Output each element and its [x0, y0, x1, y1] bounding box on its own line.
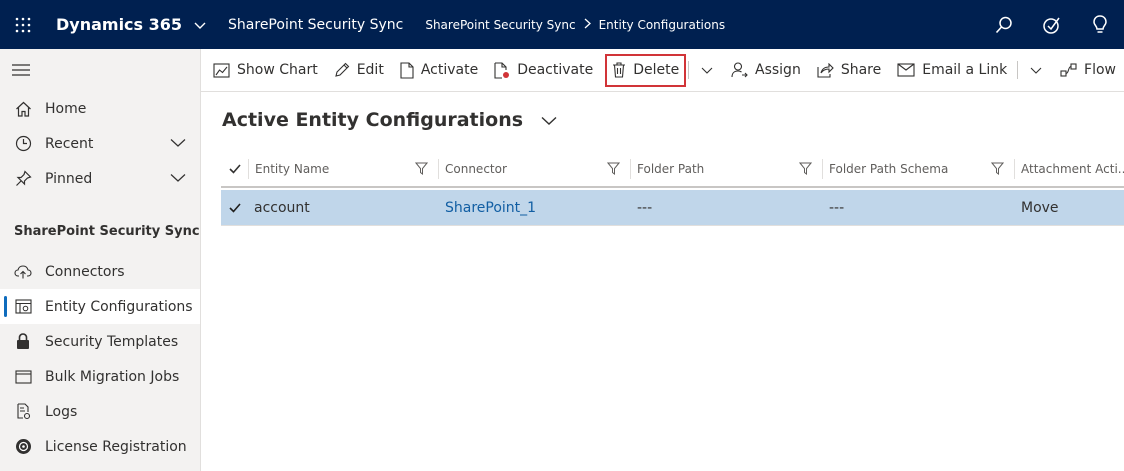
more-commands-chevron-down-icon[interactable] — [691, 54, 723, 87]
app-switcher-chevron-down-icon[interactable] — [194, 15, 206, 34]
license-icon — [14, 438, 32, 456]
sidebar-item-label: Recent — [45, 135, 94, 152]
show-chart-label: Show Chart — [237, 62, 318, 78]
cell-attachment-action: Move — [1021, 199, 1059, 216]
chevron-down-icon[interactable] — [541, 109, 557, 131]
delete-label: Delete — [633, 62, 680, 78]
column-header-attachment-action[interactable]: Attachment Acti... — [1014, 159, 1124, 179]
column-header-folder-path[interactable]: Folder Path — [630, 159, 822, 179]
filter-icon[interactable] — [414, 162, 429, 178]
view-selector[interactable]: Active Entity Configurations — [222, 109, 557, 131]
table-row[interactable]: account SharePoint_1 --- --- Move — [221, 190, 1124, 226]
search-icon[interactable] — [980, 0, 1028, 49]
flow-button[interactable]: Flow — [1052, 54, 1124, 87]
sidebar-item-logs[interactable]: Logs — [0, 394, 200, 429]
person-icon — [731, 62, 748, 78]
email-link-icon — [897, 63, 915, 77]
chevron-down-icon[interactable] — [170, 171, 186, 187]
email-a-link-label: Email a Link — [922, 62, 1008, 78]
filter-icon[interactable] — [798, 162, 813, 178]
sidebar-item-label: Home — [45, 100, 87, 117]
hamburger-menu-icon[interactable] — [0, 49, 200, 91]
sidebar-item-label: Connectors — [45, 263, 125, 280]
select-all-checkmark-icon[interactable] — [221, 164, 248, 174]
app-name[interactable]: Dynamics 365 — [56, 15, 182, 34]
flow-icon — [1060, 63, 1077, 77]
grid-header: Entity Name Connector Folder Path Folder… — [221, 152, 1124, 188]
assign-button[interactable]: Assign — [723, 54, 809, 87]
breadcrumb-item-app[interactable]: SharePoint Security Sync — [425, 18, 575, 32]
sidebar-item-label: Security Templates — [45, 333, 179, 350]
chart-icon — [213, 62, 230, 78]
deactivate-button[interactable]: Deactivate — [486, 54, 601, 87]
pencil-icon — [334, 62, 349, 77]
delete-button[interactable]: Delete — [605, 53, 687, 87]
activate-icon — [400, 61, 414, 79]
sidebar: Home Recent Pinned SharePoint Security S… — [0, 49, 201, 471]
breadcrumb: SharePoint Security Sync Entity Configur… — [425, 18, 725, 32]
sidebar-item-security-templates[interactable]: Security Templates — [0, 324, 200, 359]
deactivate-icon — [494, 61, 510, 79]
cell-entity-name[interactable]: account — [248, 190, 439, 226]
breadcrumb-chevron-right-icon — [584, 18, 591, 32]
sidebar-group-title: SharePoint Security Sync — [14, 223, 200, 239]
sidebar-item-connectors[interactable]: Connectors — [0, 254, 200, 289]
clock-icon — [14, 135, 32, 153]
sidebar-item-label: Bulk Migration Jobs — [45, 368, 180, 385]
column-header-entity-name[interactable]: Entity Name — [248, 159, 438, 179]
sidebar-item-label: Entity Configurations — [45, 298, 193, 315]
command-divider — [688, 61, 689, 79]
top-navigation-bar: Dynamics 365 SharePoint Security Sync Sh… — [0, 0, 1124, 49]
sidebar-item-home[interactable]: Home — [0, 91, 200, 126]
cell-folder-path-schema: --- — [829, 199, 845, 216]
command-bar: Show Chart Edit Activate Deactivate Dele… — [201, 49, 1124, 92]
sidebar-item-label: Pinned — [45, 170, 93, 187]
sidebar-item-pinned[interactable]: Pinned — [0, 161, 200, 196]
activate-label: Activate — [420, 62, 479, 78]
column-header-connector[interactable]: Connector — [438, 159, 630, 179]
entity-icon — [14, 298, 32, 316]
sidebar-item-label: License Registration — [45, 438, 187, 455]
trash-icon — [613, 62, 626, 78]
filter-icon[interactable] — [606, 162, 621, 178]
deactivate-label: Deactivate — [517, 62, 594, 78]
command-divider — [1017, 61, 1019, 79]
breadcrumb-item-current[interactable]: Entity Configurations — [599, 18, 725, 32]
task-flow-icon[interactable] — [1028, 0, 1076, 49]
edit-button[interactable]: Edit — [326, 54, 392, 87]
sidebar-item-license-registration[interactable]: License Registration — [0, 429, 200, 464]
show-chart-button[interactable]: Show Chart — [205, 54, 326, 87]
view-title: Active Entity Configurations — [222, 109, 524, 131]
filter-icon[interactable] — [990, 162, 1005, 178]
share-icon — [817, 62, 834, 78]
activate-button[interactable]: Activate — [392, 54, 486, 87]
home-icon — [14, 100, 32, 118]
row-selected-checkmark-icon[interactable] — [221, 202, 248, 213]
edit-label: Edit — [356, 62, 384, 78]
cell-connector-link[interactable]: SharePoint_1 — [439, 190, 631, 226]
app-launcher-waffle-icon[interactable] — [0, 0, 46, 49]
sidebar-item-entity-configurations[interactable]: Entity Configurations — [0, 289, 200, 324]
window-icon — [14, 368, 32, 386]
main-content: Active Entity Configurations Entity Name… — [201, 92, 1124, 471]
chevron-down-icon[interactable] — [170, 136, 186, 152]
sidebar-item-label: Logs — [45, 403, 78, 420]
flow-label: Flow — [1084, 62, 1116, 78]
share-label: Share — [840, 62, 882, 78]
email-a-link-button[interactable]: Email a Link — [889, 54, 1015, 87]
sidebar-item-recent[interactable]: Recent — [0, 126, 200, 161]
area-name[interactable]: SharePoint Security Sync — [228, 17, 403, 33]
assign-label: Assign — [755, 62, 801, 78]
column-header-folder-path-schema[interactable]: Folder Path Schema — [822, 159, 1014, 179]
lightbulb-icon[interactable] — [1076, 0, 1124, 49]
sidebar-item-bulk-migration-jobs[interactable]: Bulk Migration Jobs — [0, 359, 200, 394]
lock-icon — [14, 333, 32, 351]
cell-folder-path: --- — [637, 199, 653, 216]
share-button[interactable]: Share — [809, 54, 889, 87]
pin-icon — [14, 170, 32, 188]
cloud-upload-icon — [14, 263, 32, 281]
log-icon — [14, 403, 32, 421]
more-commands-chevron-down-icon[interactable] — [1020, 54, 1052, 87]
